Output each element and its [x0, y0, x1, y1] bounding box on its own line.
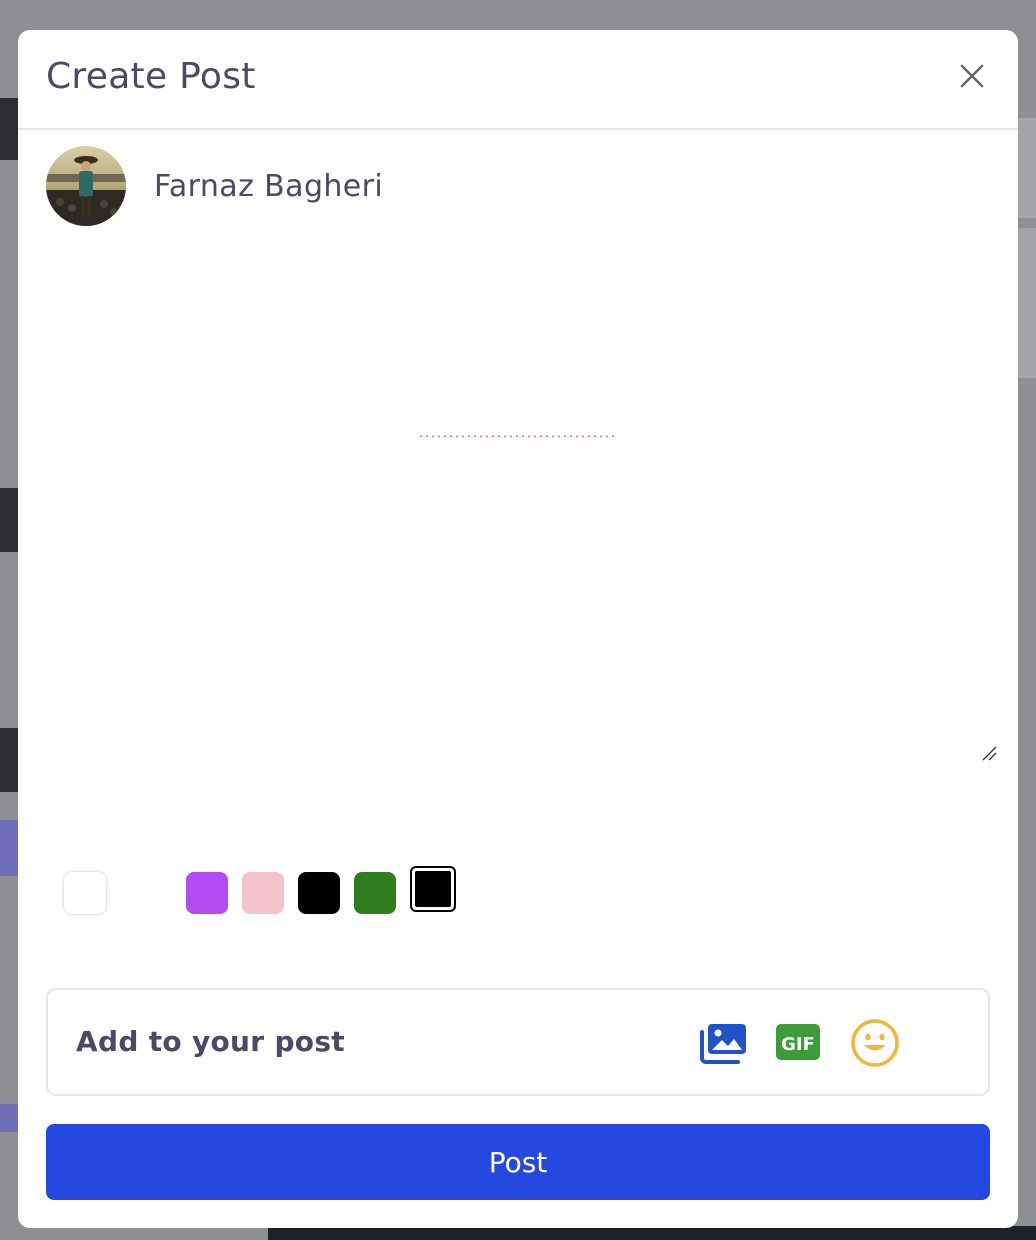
swatch-white[interactable] — [64, 872, 106, 914]
swatch-transparent[interactable] — [126, 872, 168, 914]
swatch-black[interactable] — [298, 872, 340, 914]
create-post-modal: Create Post Farnaz Bagheri Add to your p… — [18, 30, 1018, 1228]
textarea-resize-handle[interactable] — [980, 744, 998, 762]
spellcheck-underline — [418, 435, 618, 437]
post-author: Farnaz Bagheri — [46, 146, 383, 226]
gif-icon[interactable]: GIF — [776, 1024, 820, 1064]
avatar[interactable] — [46, 146, 126, 226]
background-right-panel-2 — [1018, 228, 1036, 378]
author-name[interactable]: Farnaz Bagheri — [154, 169, 383, 204]
modal-title: Create Post — [46, 56, 256, 97]
close-icon[interactable] — [956, 60, 988, 92]
svg-text:GIF: GIF — [781, 1034, 815, 1055]
emoji-icon[interactable] — [850, 1018, 900, 1072]
swatch-pink[interactable] — [242, 872, 284, 914]
background-bottom-image — [268, 1226, 1036, 1240]
swatch-purple[interactable] — [186, 872, 228, 914]
swatch-green[interactable] — [354, 872, 396, 914]
post-button[interactable]: Post — [46, 1124, 990, 1200]
background-sidebar-dark-1 — [0, 98, 18, 160]
swatch-black-selected[interactable] — [410, 866, 456, 912]
modal-header: Create Post — [18, 30, 1018, 130]
background-sidebar-dark-2 — [0, 488, 18, 552]
background-sidebar-purple-2 — [0, 1104, 18, 1132]
photo-gallery-icon[interactable] — [698, 1022, 748, 1068]
add-to-post-panel: Add to your post GIF — [46, 988, 990, 1096]
add-to-post-label: Add to your post — [76, 1025, 345, 1058]
background-sidebar-dark-3 — [0, 728, 18, 792]
post-text-input[interactable] — [46, 244, 996, 774]
background-right-panel-1 — [1018, 118, 1036, 218]
background-sidebar-purple-1 — [0, 820, 18, 876]
